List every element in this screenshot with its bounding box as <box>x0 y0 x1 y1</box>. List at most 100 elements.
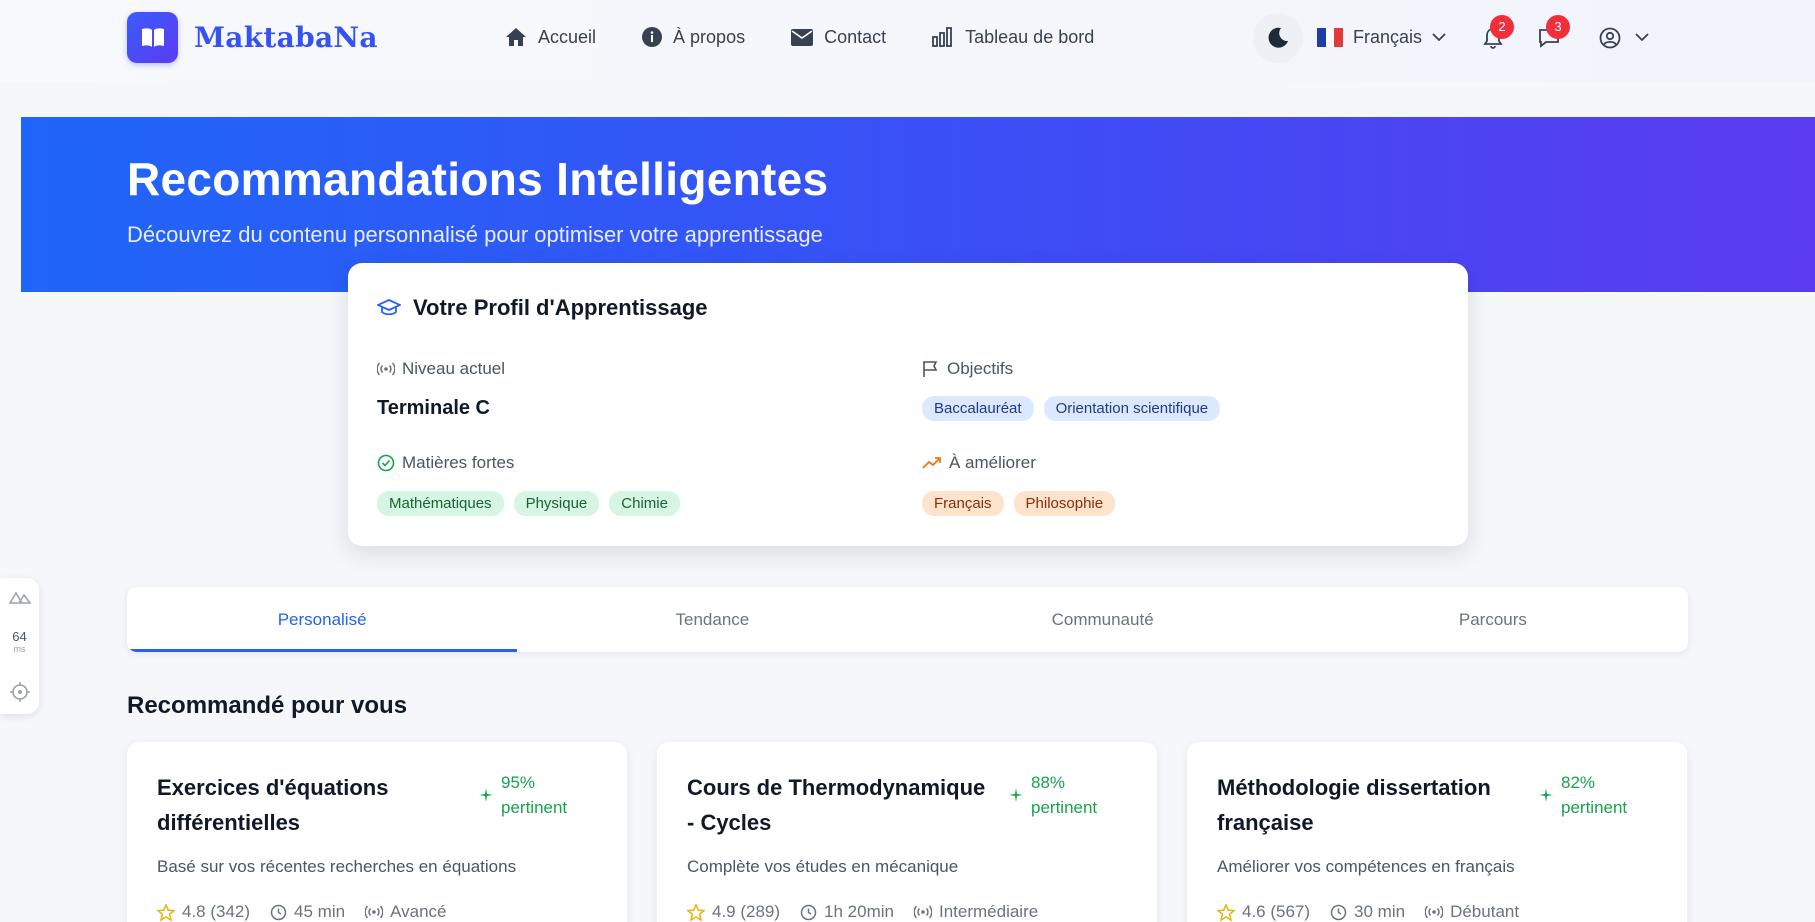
rating-text: 4.6 (567) <box>1242 902 1311 921</box>
level-label: Niveau actuel <box>377 359 505 379</box>
nav-accueil[interactable]: Accueil <box>505 22 596 52</box>
recommendation-tabs: Personalisé Tendance Communauté Parcours <box>127 587 1688 652</box>
brand-logo[interactable]: MaktabaNa <box>127 12 378 63</box>
duration: 45 min <box>270 902 345 922</box>
graduation-cap-icon <box>377 299 401 316</box>
language-label: Français <box>1353 27 1423 47</box>
profile-title: Votre Profil d'Apprentissage <box>377 295 708 321</box>
duration-text: 30 min <box>1354 902 1406 921</box>
goals-label: Objectifs <box>922 359 1013 379</box>
score-percent: 95% <box>501 773 536 792</box>
strengths-label-text: Matières fortes <box>402 453 515 472</box>
crosshair-icon[interactable] <box>9 682 30 702</box>
card-title: Cours de Thermodynamique - Cycles <box>687 775 986 835</box>
messages-badge: 3 <box>1546 14 1571 39</box>
chevron-down-icon <box>1635 33 1649 42</box>
improve-chip: Français <box>922 491 1004 516</box>
card-meta: 4.8 (342) 45 min Avancé <box>157 902 446 922</box>
score-label: pertinent <box>1031 798 1098 817</box>
clock-icon <box>1330 904 1347 920</box>
card-title: Exercices d'équations différentielles <box>157 775 389 835</box>
latency-readout: 64 ms <box>12 630 26 656</box>
signal-icon <box>913 905 932 919</box>
duration: 30 min <box>1330 902 1405 922</box>
nav-label: Accueil <box>538 26 597 47</box>
main-nav: Accueil À propos Contact Tableau de bord <box>505 22 1094 52</box>
nav-contact[interactable]: Contact <box>791 22 886 52</box>
language-selector[interactable]: Français <box>1317 27 1446 48</box>
rating: 4.6 (567) <box>1217 902 1310 922</box>
score-label: pertinent <box>1561 798 1628 817</box>
user-menu-button[interactable] <box>1594 23 1654 53</box>
brand-name: MaktabaNa <box>194 21 378 54</box>
strengths-label: Matières fortes <box>377 453 514 473</box>
notifications-button[interactable]: 2 <box>1478 14 1515 53</box>
top-header: MaktabaNa Accueil À propos Contact Table… <box>0 0 1815 82</box>
sparkles-icon <box>479 788 493 802</box>
card-description: Complète vos études en mécanique <box>687 857 959 876</box>
duration-text: 45 min <box>294 902 346 921</box>
star-icon <box>687 903 705 921</box>
star-icon <box>1217 903 1235 921</box>
goal-chip: Baccalauréat <box>922 396 1034 421</box>
latency-value: 64 <box>12 629 27 644</box>
card-description: Améliorer vos compétences en français <box>1217 857 1515 876</box>
recommendation-card[interactable]: Cours de Thermodynamique - Cycles 88% per… <box>657 742 1157 922</box>
nav-a-propos[interactable]: À propos <box>642 22 745 52</box>
strength-chip: Physique <box>513 491 600 516</box>
check-circle-icon <box>377 454 395 472</box>
flag-icon <box>923 361 938 377</box>
hero-subtitle: Découvrez du contenu personnalisé pour o… <box>127 222 823 247</box>
tab-communaute[interactable]: Communauté <box>908 587 1298 652</box>
duration-text: 1h 20min <box>824 902 894 921</box>
difficulty-text: Débutant <box>1450 902 1520 921</box>
france-flag-icon <box>1317 28 1344 47</box>
score-percent: 82% <box>1561 773 1596 792</box>
strength-chip: Mathématiques <box>377 491 504 516</box>
tab-parcours[interactable]: Parcours <box>1298 587 1688 652</box>
messages-button[interactable]: 3 <box>1534 14 1571 53</box>
improve-label: À améliorer <box>922 453 1036 473</box>
tab-tendance[interactable]: Tendance <box>517 587 907 652</box>
rating-text: 4.9 (289) <box>712 902 781 921</box>
sparkles-icon <box>1009 788 1023 802</box>
strength-chip: Chimie <box>609 491 680 516</box>
card-meta: 4.6 (567) 30 min Débutant <box>1217 902 1519 922</box>
book-icon <box>127 12 178 63</box>
goals-label-text: Objectifs <box>947 359 1014 378</box>
tab-personalise[interactable]: Personalisé <box>127 587 518 652</box>
nuxt-logo-icon[interactable] <box>8 590 31 604</box>
difficulty-text: Intermédiaire <box>938 902 1039 921</box>
rating-text: 4.8 (342) <box>182 902 251 921</box>
difficulty: Intermédiaire <box>913 902 1039 922</box>
recommendation-card[interactable]: Exercices d'équations différentielles 95… <box>127 742 627 922</box>
improve-label-text: À améliorer <box>949 453 1036 472</box>
user-circle-icon <box>1599 27 1621 48</box>
signal-icon <box>1425 905 1444 919</box>
relevance-score: 82% pertinent <box>1539 770 1627 820</box>
recommendation-card[interactable]: Méthodologie dissertation française 82% p… <box>1187 742 1687 922</box>
nav-tableau-de-bord[interactable]: Tableau de bord <box>932 22 1094 52</box>
difficulty: Débutant <box>1425 902 1519 922</box>
bar-chart-icon <box>932 27 953 47</box>
goal-chip: Orientation scientifique <box>1043 396 1221 421</box>
clock-icon <box>270 904 287 920</box>
level-label-text: Niveau actuel <box>402 359 506 378</box>
mail-icon <box>791 28 814 46</box>
header-tools: Français 2 3 <box>1253 10 1654 65</box>
nav-label: À propos <box>673 26 746 47</box>
devtools-widget: 64 ms <box>0 578 39 714</box>
level-value: Terminale C <box>377 397 490 419</box>
dark-mode-toggle[interactable] <box>1253 12 1303 63</box>
card-description: Basé sur vos récentes recherches en équa… <box>157 857 517 876</box>
difficulty-text: Avancé <box>390 902 447 921</box>
notifications-badge: 2 <box>1490 14 1515 39</box>
moon-icon <box>1268 27 1288 48</box>
latency-unit: ms <box>13 644 26 654</box>
score-percent: 88% <box>1031 773 1066 792</box>
sparkles-icon <box>1539 788 1553 802</box>
trending-up-icon <box>922 457 941 469</box>
profile-title-text: Votre Profil d'Apprentissage <box>413 295 708 320</box>
signal-icon <box>377 362 395 376</box>
clock-icon <box>800 904 817 920</box>
